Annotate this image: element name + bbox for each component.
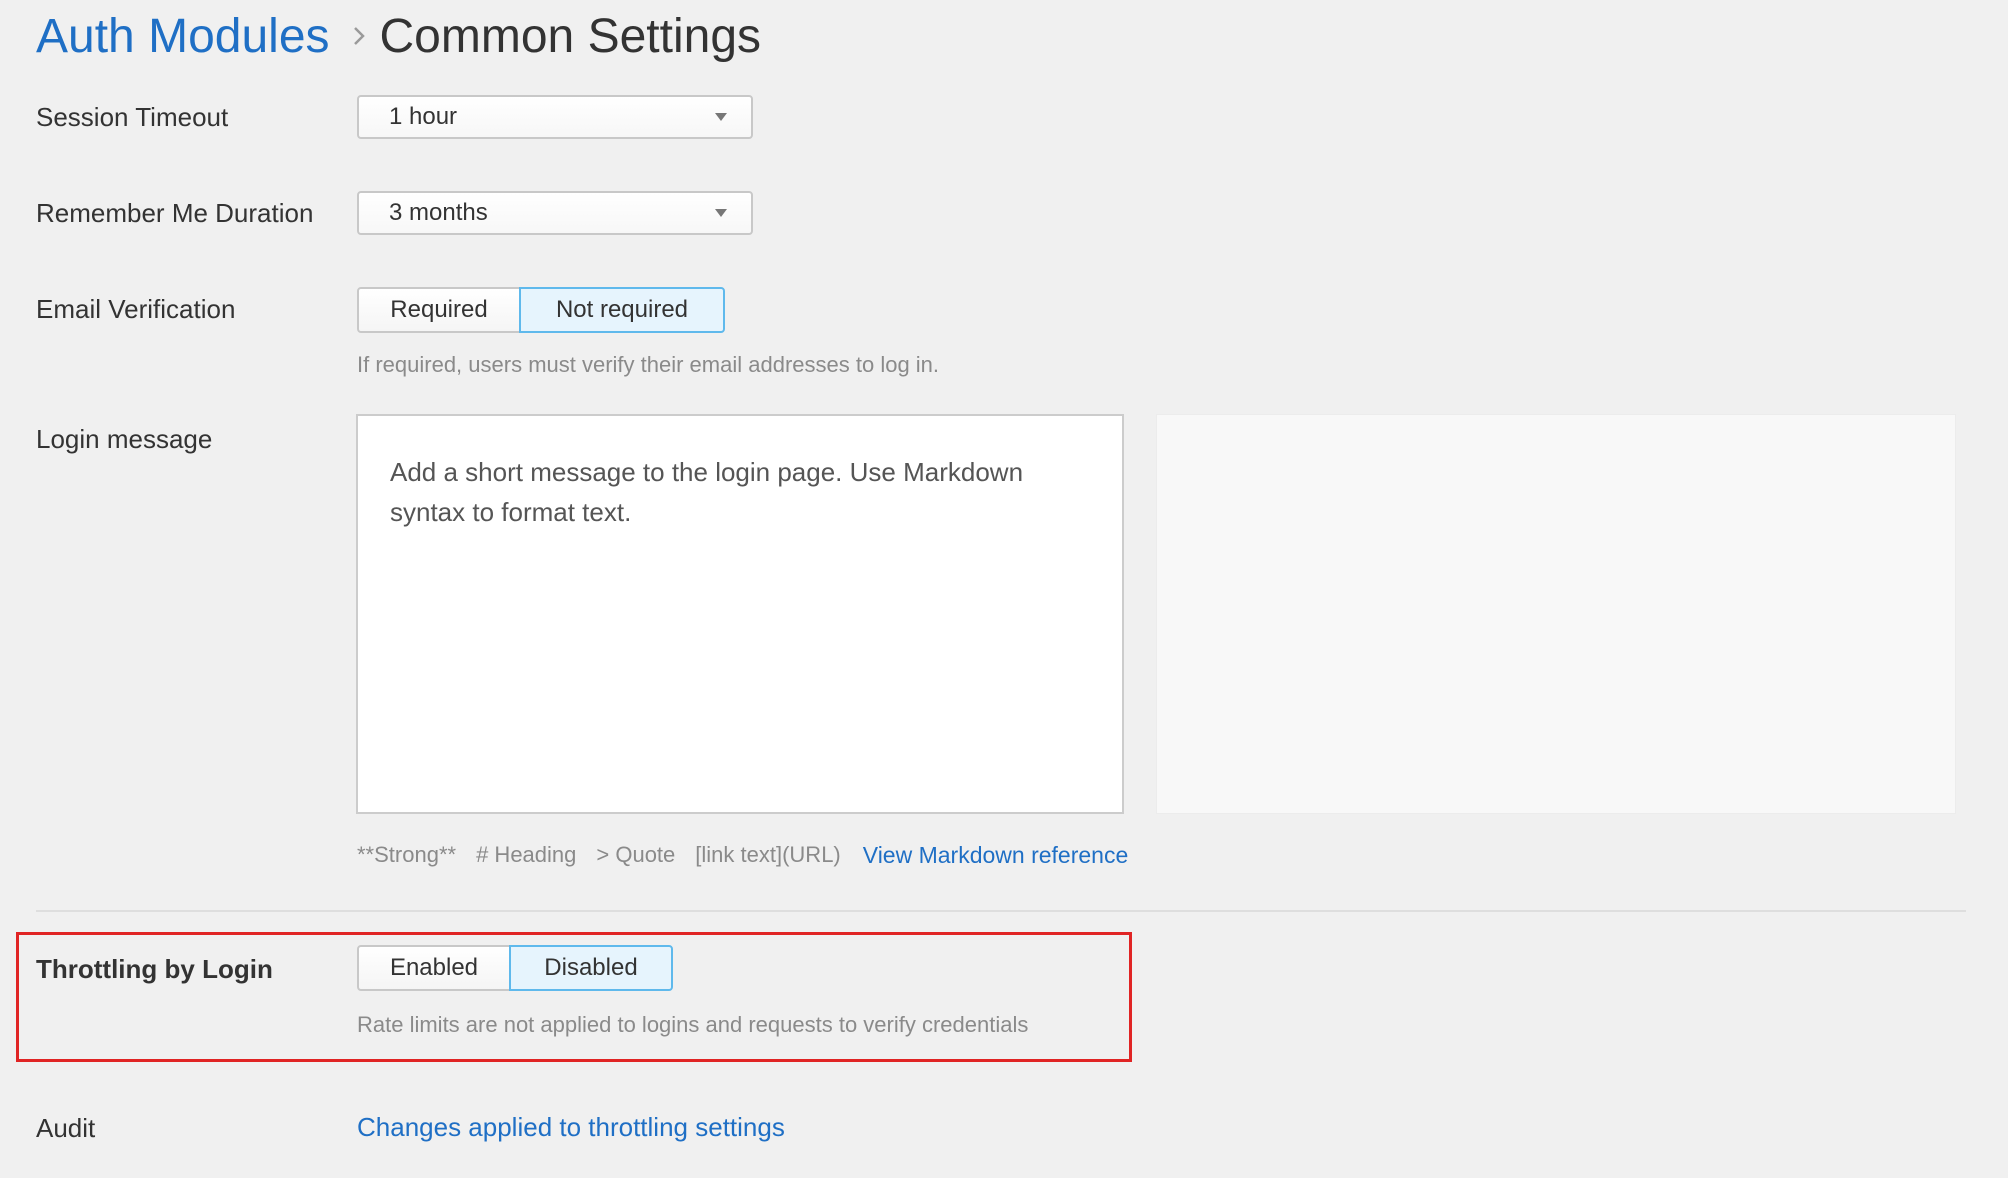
remember-me-duration-value: 3 months <box>389 199 488 226</box>
audit-label: Audit <box>36 1113 96 1143</box>
email-verification-toggle: Required Not required <box>357 287 725 333</box>
markdown-hint-heading: # Heading <box>476 842 577 867</box>
section-divider <box>36 910 1966 912</box>
throttling-audit-link[interactable]: Changes applied to throttling settings <box>357 1112 785 1143</box>
caret-down-icon <box>715 113 727 121</box>
login-message-textarea[interactable]: Add a short message to the login page. U… <box>356 414 1124 814</box>
markdown-reference-link[interactable]: View Markdown reference <box>863 842 1128 869</box>
email-verification-help: If required, users must verify their ema… <box>357 352 940 377</box>
markdown-hint-strong: **Strong** <box>357 842 457 867</box>
throttling-disabled-button[interactable]: Disabled <box>509 945 673 991</box>
email-verification-label: Email Verification <box>36 294 236 324</box>
throttling-help: Rate limits are not applied to logins an… <box>357 1012 1029 1037</box>
throttling-enabled-button[interactable]: Enabled <box>357 945 511 991</box>
session-timeout-select[interactable]: 1 hour <box>357 95 753 139</box>
remember-me-duration-label: Remember Me Duration <box>36 198 314 228</box>
markdown-hint-link: [link text](URL) <box>695 842 841 867</box>
throttling-toggle: Enabled Disabled <box>357 945 673 991</box>
login-message-label: Login message <box>36 424 213 454</box>
remember-me-duration-select[interactable]: 3 months <box>357 191 753 235</box>
chevron-right-icon <box>352 25 366 47</box>
markdown-hint-quote: > Quote <box>596 842 676 867</box>
breadcrumb-auth-modules-link[interactable]: Auth Modules <box>36 9 330 64</box>
session-timeout-value: 1 hour <box>389 103 458 130</box>
markdown-hints: **Strong** # Heading > Quote [link text]… <box>357 840 1128 870</box>
throttling-by-login-label: Throttling by Login <box>36 954 273 984</box>
breadcrumb: Auth Modules Common Settings <box>36 6 761 66</box>
email-verification-not-required-button[interactable]: Not required <box>519 287 725 333</box>
page-title: Common Settings <box>379 9 762 63</box>
session-timeout-label: Session Timeout <box>36 102 229 132</box>
login-message-preview <box>1156 414 1956 814</box>
email-verification-required-button[interactable]: Required <box>357 287 521 333</box>
caret-down-icon <box>715 209 727 217</box>
